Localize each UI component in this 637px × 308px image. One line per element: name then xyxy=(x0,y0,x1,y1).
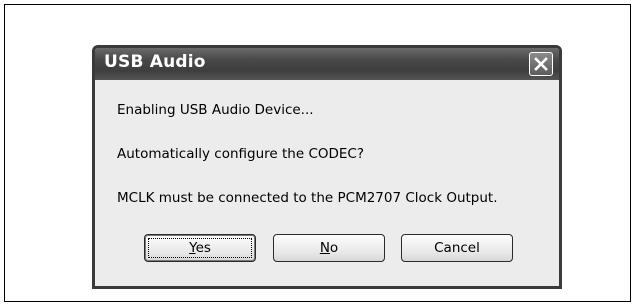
focus-rectangle xyxy=(148,238,252,258)
no-button[interactable]: No xyxy=(273,234,385,262)
title-bar[interactable]: USB Audio xyxy=(95,48,559,80)
yes-button[interactable]: Yes xyxy=(144,234,256,262)
close-icon xyxy=(534,57,548,71)
no-label-rest: o xyxy=(329,240,339,256)
close-button[interactable] xyxy=(529,52,553,76)
no-mnemonic: N xyxy=(319,240,330,256)
dialog-body: Enabling USB Audio Device... Automatical… xyxy=(95,80,559,286)
usb-audio-dialog: USB Audio Enabling USB Audio Device... A… xyxy=(92,45,562,289)
figure-frame: USB Audio Enabling USB Audio Device... A… xyxy=(4,4,631,302)
cancel-label: Cancel xyxy=(434,240,480,256)
message-mclk-note: MCLK must be connected to the PCM2707 Cl… xyxy=(117,190,498,206)
dialog-title: USB Audio xyxy=(104,52,206,72)
message-enabling: Enabling USB Audio Device... xyxy=(117,102,314,118)
message-configure-question: Automatically configure the CODEC? xyxy=(117,146,365,162)
cancel-button[interactable]: Cancel xyxy=(401,234,513,262)
